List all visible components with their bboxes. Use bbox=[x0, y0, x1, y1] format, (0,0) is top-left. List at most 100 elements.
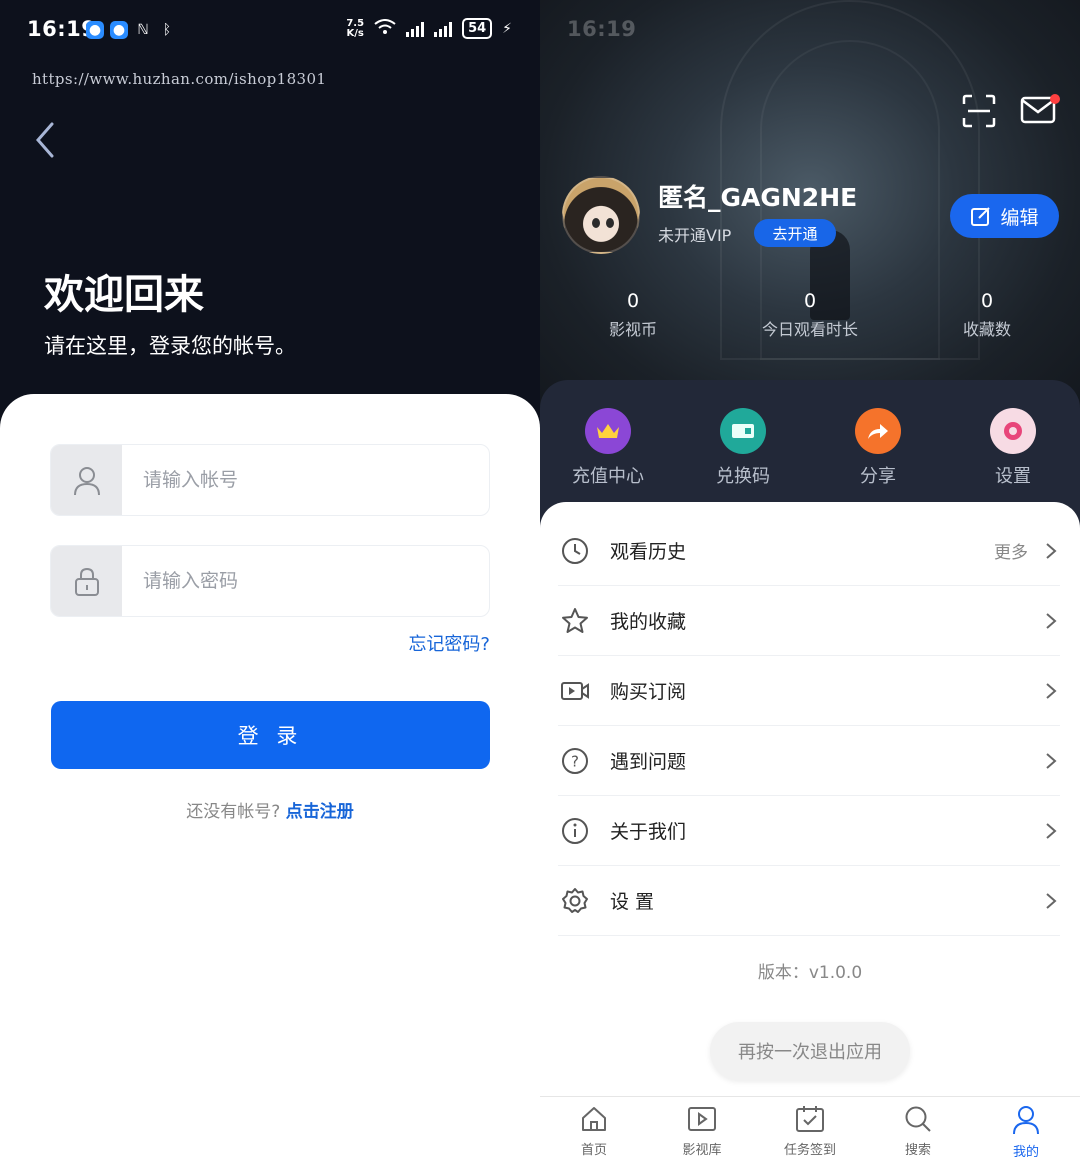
tab-checkin[interactable]: 任务签到 bbox=[756, 1105, 864, 1158]
share-icon bbox=[855, 408, 901, 454]
chevron-right-icon bbox=[1046, 542, 1057, 559]
app-notification-icon: ● bbox=[86, 21, 104, 39]
status-time: 16:19 bbox=[567, 17, 637, 41]
chevron-right-icon bbox=[1046, 752, 1057, 769]
video-library-icon bbox=[688, 1107, 716, 1131]
chevron-right-icon bbox=[1046, 682, 1057, 699]
menu-item-favorites[interactable]: 我的收藏 bbox=[558, 586, 1060, 656]
notification-icons: ● ● ℕ ᛒ bbox=[86, 21, 176, 39]
quick-action-label: 兑换码 bbox=[716, 466, 770, 487]
account-input[interactable] bbox=[143, 445, 473, 515]
avatar-eye bbox=[606, 218, 614, 228]
forgot-password-link[interactable]: 忘记密码? bbox=[408, 630, 490, 656]
welcome-subtitle: 请在这里，登录您的帐号。 bbox=[44, 334, 296, 358]
menu-item-settings[interactable]: 设 置 bbox=[558, 866, 1060, 936]
gear-icon bbox=[990, 408, 1036, 454]
stat-label: 收藏数 bbox=[962, 320, 1011, 339]
menu-item-label: 观看历史 bbox=[610, 541, 687, 563]
vip-status: 未开通VIP bbox=[658, 226, 732, 245]
back-button[interactable] bbox=[30, 120, 70, 164]
star-icon bbox=[558, 604, 592, 638]
profile-screen: 16:19 匿名_GAGN2HE 未开通VIP 去开通 编辑 0 影视币 0 今… bbox=[540, 0, 1080, 1166]
stat-favorites[interactable]: 0 收藏数 bbox=[907, 290, 1067, 340]
stat-value: 0 bbox=[980, 290, 994, 312]
tab-mine[interactable]: 我的 bbox=[972, 1105, 1080, 1160]
menu-item-about[interactable]: 关于我们 bbox=[558, 796, 1060, 866]
stat-coins[interactable]: 0 影视币 bbox=[553, 290, 713, 340]
chevron-right-icon bbox=[1046, 892, 1057, 909]
edit-label: 编辑 bbox=[1000, 207, 1039, 229]
register-link[interactable]: 点击注册 bbox=[286, 802, 354, 822]
more-link[interactable]: 更多 bbox=[994, 538, 1028, 563]
username: 匿名_GAGN2HE bbox=[658, 183, 858, 212]
stat-value: 0 bbox=[626, 290, 640, 312]
register-prompt: 还没有帐号? 点击注册 bbox=[0, 797, 540, 822]
user-icon bbox=[1013, 1106, 1039, 1135]
svg-text:?: ? bbox=[571, 752, 579, 770]
register-prompt-text: 还没有帐号? bbox=[186, 802, 281, 822]
network-speed: 7.5 K/s bbox=[346, 17, 365, 39]
crown-icon bbox=[585, 408, 631, 454]
account-field bbox=[50, 444, 490, 516]
bluetooth-icon: ᛒ bbox=[162, 22, 172, 38]
charging-icon: ⚡ bbox=[502, 20, 512, 37]
status-bar: 16:19 bbox=[540, 0, 1080, 62]
status-bar: 16:19 ● ● ℕ ᛒ 7.5 K/s 54 ⚡ bbox=[0, 0, 540, 62]
app-version: 版本：v1.0.0 bbox=[757, 963, 863, 983]
activate-vip-button[interactable]: 去开通 bbox=[754, 219, 836, 247]
tab-home[interactable]: 首页 bbox=[540, 1105, 648, 1158]
unread-dot bbox=[1050, 94, 1060, 104]
tab-label: 任务签到 bbox=[783, 1143, 836, 1158]
avatar-eye bbox=[592, 218, 600, 228]
scan-icon[interactable] bbox=[962, 94, 996, 128]
avatar[interactable] bbox=[562, 176, 640, 254]
chevron-right-icon bbox=[1046, 612, 1057, 629]
chevron-right-icon bbox=[1046, 822, 1057, 839]
edit-profile-button[interactable]: 编辑 bbox=[950, 194, 1059, 238]
gear-icon bbox=[558, 884, 592, 918]
quick-action-label: 分享 bbox=[860, 466, 896, 487]
bottom-tab-bar: 首页 影视库 任务签到 搜索 我的 bbox=[540, 1096, 1080, 1166]
tab-label: 影视库 bbox=[682, 1143, 722, 1158]
menu-item-label: 关于我们 bbox=[610, 821, 687, 843]
menu-item-watch-history[interactable]: 观看历史 更多 bbox=[558, 516, 1060, 586]
lock-icon bbox=[51, 546, 122, 616]
share-button[interactable]: 分享 bbox=[828, 408, 928, 488]
menu-item-label: 我的收藏 bbox=[610, 611, 687, 633]
status-right: 7.5 K/s 54 ⚡ bbox=[346, 18, 512, 39]
search-icon bbox=[905, 1106, 931, 1132]
password-input[interactable] bbox=[143, 546, 473, 616]
stat-value: 0 bbox=[803, 290, 817, 312]
question-icon: ? bbox=[558, 744, 592, 778]
user-icon bbox=[51, 445, 122, 515]
signal-icon bbox=[434, 21, 453, 37]
settings-shortcut-button[interactable]: 设置 bbox=[963, 408, 1063, 488]
stat-label: 影视币 bbox=[608, 320, 657, 339]
recharge-center-button[interactable]: 充值中心 bbox=[558, 408, 658, 488]
menu-item-label: 购买订阅 bbox=[610, 681, 687, 703]
checkin-icon bbox=[796, 1106, 824, 1132]
tab-search[interactable]: 搜索 bbox=[864, 1105, 972, 1158]
signal-icon bbox=[406, 21, 425, 37]
info-icon bbox=[558, 814, 592, 848]
login-card: 忘记密码? 登 录 还没有帐号? 点击注册 bbox=[0, 394, 540, 1166]
nfc-icon: ℕ bbox=[137, 22, 149, 38]
menu-item-help[interactable]: ? 遇到问题 bbox=[558, 726, 1060, 796]
clock-icon bbox=[558, 534, 592, 568]
redeem-code-button[interactable]: 兑换码 bbox=[693, 408, 793, 488]
watermark-url: https://www.huzhan.com/ishop18301 bbox=[32, 70, 327, 88]
home-icon bbox=[582, 1107, 606, 1131]
password-field bbox=[50, 545, 490, 617]
login-screen: 16:19 ● ● ℕ ᛒ 7.5 K/s 54 ⚡ https://www.h… bbox=[0, 0, 540, 1166]
welcome-title: 欢迎回来 bbox=[44, 272, 204, 318]
login-button[interactable]: 登 录 bbox=[51, 701, 490, 769]
back-chevron-icon bbox=[36, 122, 54, 158]
battery-level: 54 bbox=[462, 18, 493, 39]
stat-watch-time[interactable]: 0 今日观看时长 bbox=[730, 290, 890, 340]
ticket-icon bbox=[720, 408, 766, 454]
quick-action-label: 设置 bbox=[995, 466, 1031, 487]
tab-label: 搜索 bbox=[904, 1143, 931, 1158]
exit-toast: 再按一次退出应用 bbox=[710, 1022, 910, 1080]
menu-item-subscription[interactable]: 购买订阅 bbox=[558, 656, 1060, 726]
tab-video-library[interactable]: 影视库 bbox=[648, 1105, 756, 1158]
